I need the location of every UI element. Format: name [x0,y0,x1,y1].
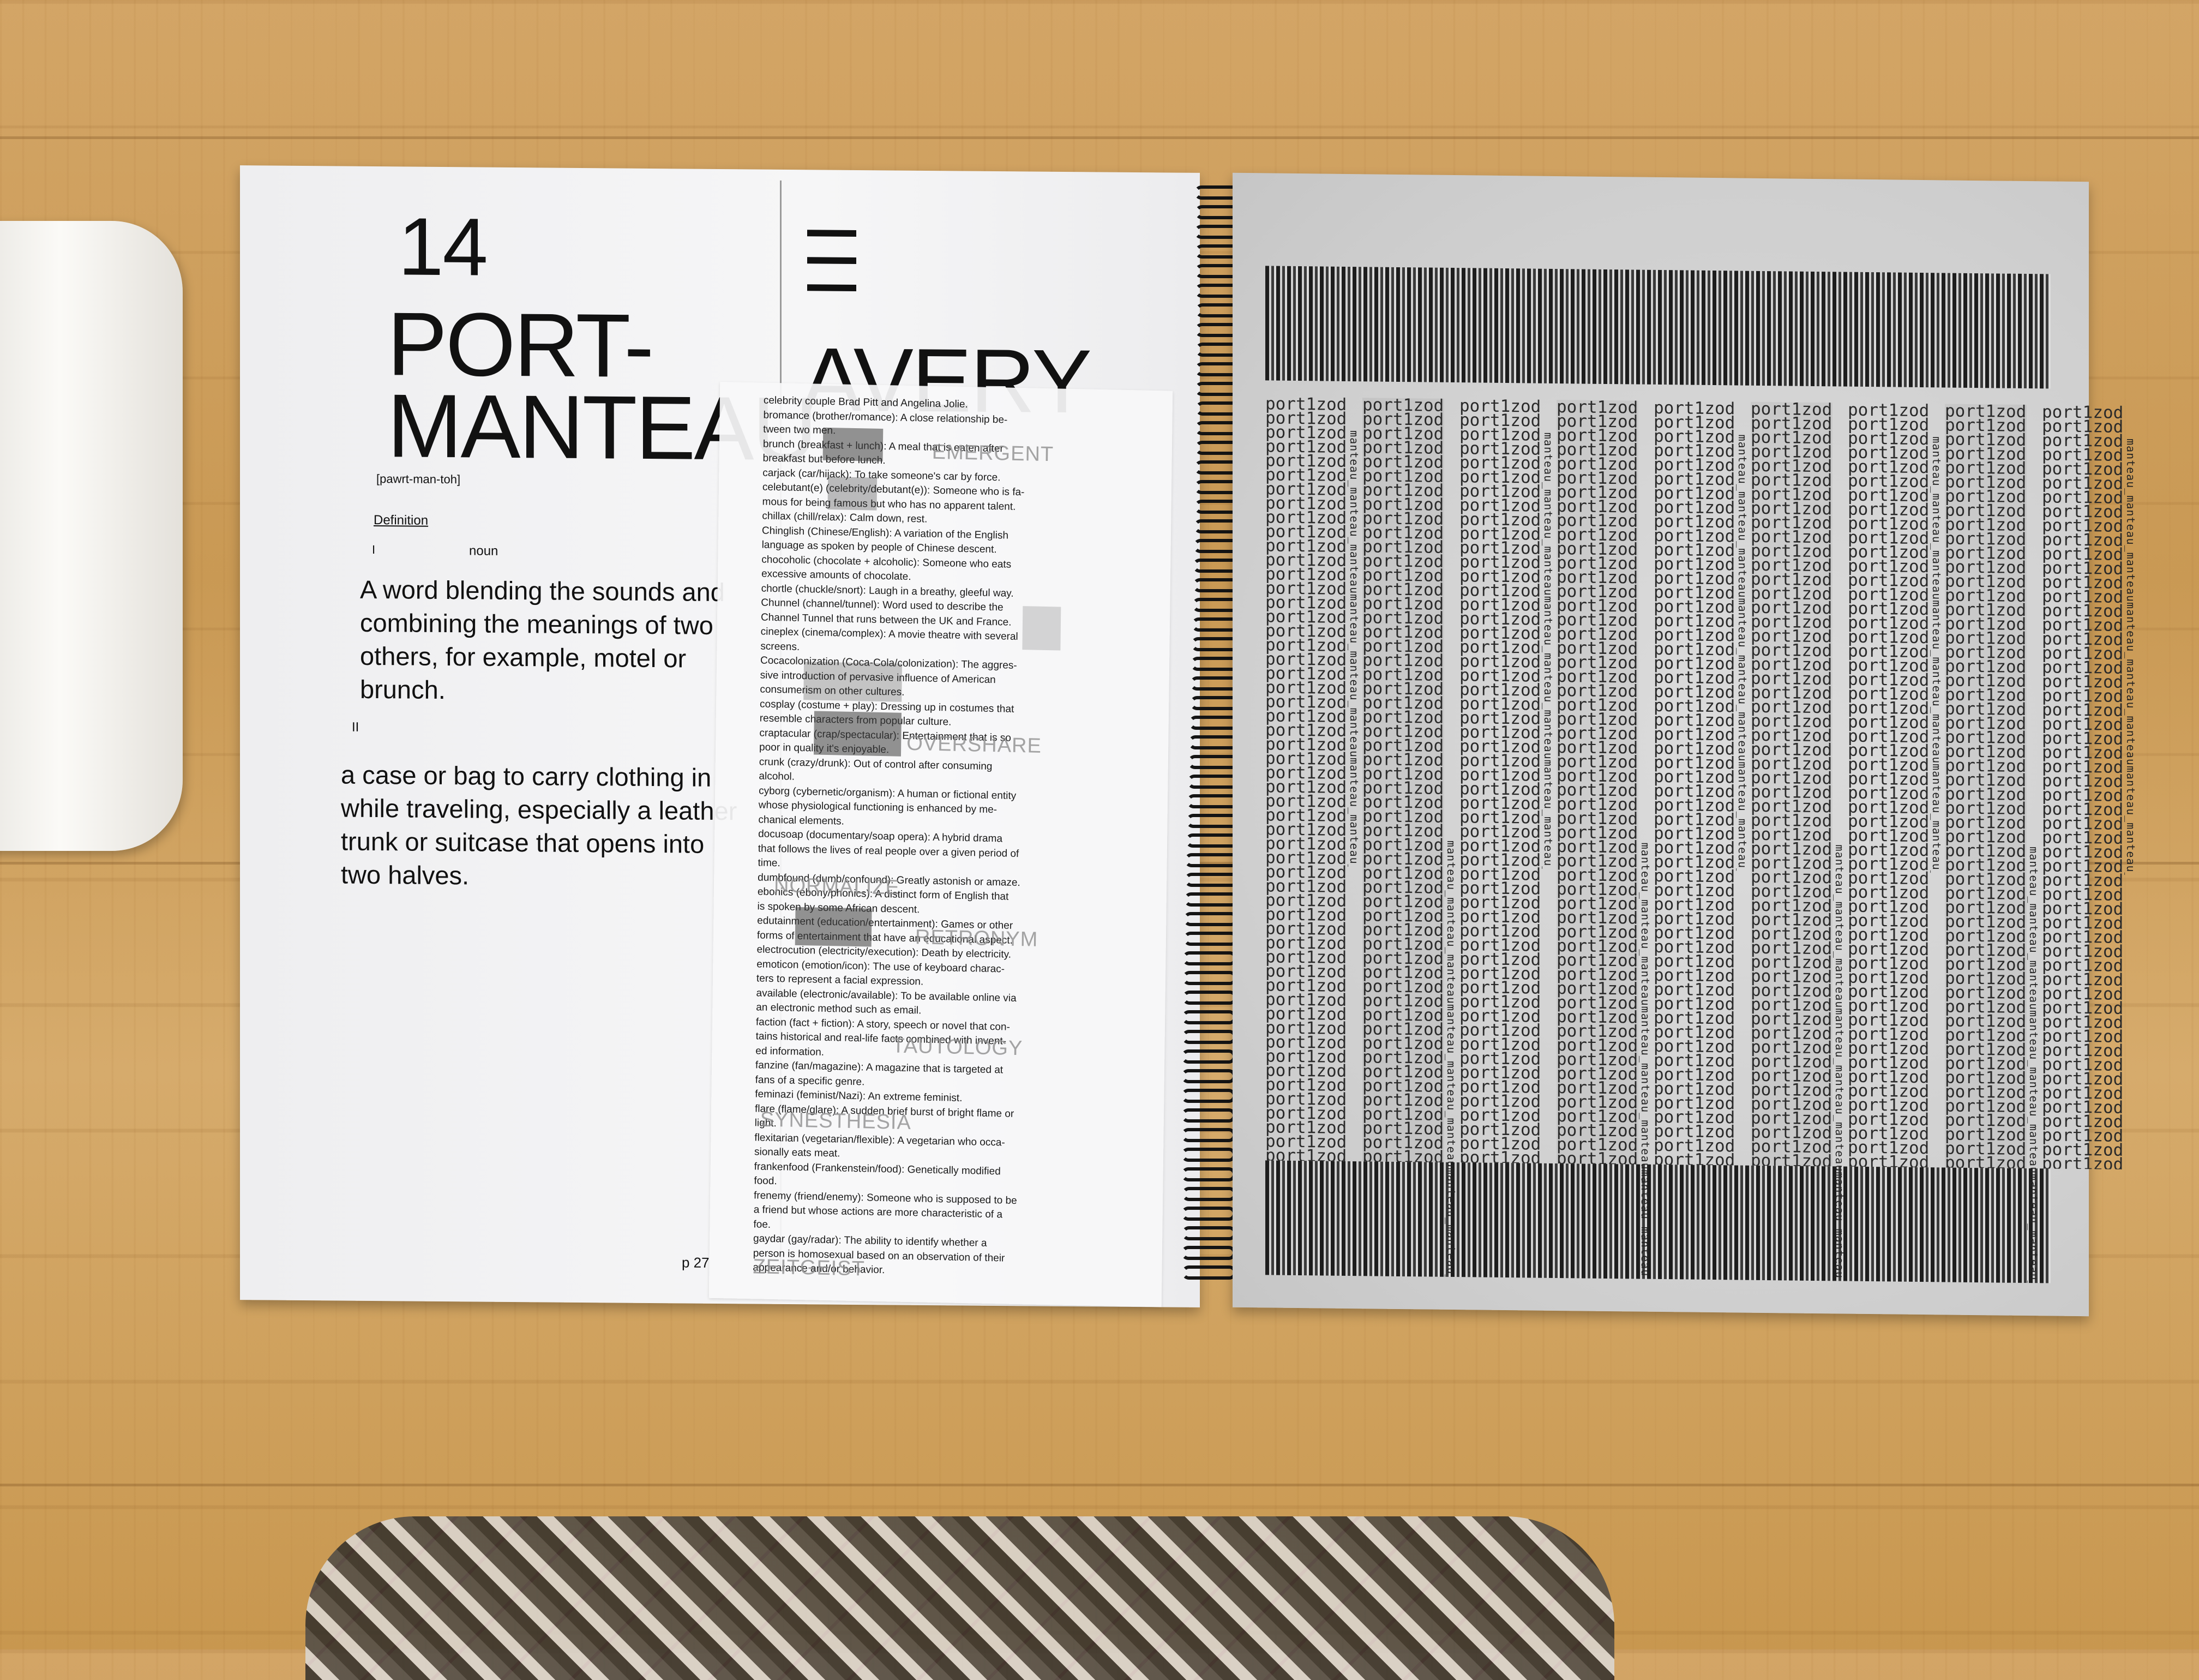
spiral-coil [1185,873,1239,887]
typographic-pattern: port1zod port1zod port1zod port1zod port… [1265,266,2137,1283]
spiral-coil [1181,1148,1236,1162]
repeated-word-column: port1zod port1zod port1zod port1zod port… [1459,399,1541,1163]
repeated-word-column: port1zod port1zod port1zod port1zod port… [1265,397,1347,1161]
dense-type-band [1265,1160,2051,1283]
desk-plank-seam [0,136,2199,139]
spiral-coil [1183,932,1238,946]
spiral-coil [1183,892,1239,907]
sense-number-2: II [352,719,359,735]
spiral-coil [1181,1069,1236,1083]
gray-block [813,711,902,757]
page-number: p 27 [682,1254,710,1271]
vertical-word-column: manteau_manteau_manteaumanteau_manteau_m… [1348,430,1361,867]
repeated-word-column: port1zod port1zod port1zod port1zod port… [1362,398,1444,1162]
repeated-word-column: port1zod port1zod port1zod port1zod port… [2042,405,2124,1169]
overlay-word: ZEITGEIST [753,1255,866,1281]
overlay-word: TAUTOLOGY [892,1034,1023,1060]
computer-mouse [0,221,183,851]
repeated-word-column: port1zod port1zod port1zod port1zod port… [1654,400,1735,1166]
sense-number-1: I [372,542,376,557]
overlay-word: SYNESTHESIA [760,1108,912,1135]
part-of-speech: noun [469,543,498,559]
definition-heading: Definition [374,513,429,528]
overlay-word: OVERSHARE [906,731,1042,758]
spiral-coil [1182,1265,1236,1280]
vertical-word-column: manteau_manteau_manteaumanteau_manteau_m… [1930,436,1943,873]
overlay-word: EMERGENT [932,440,1054,466]
spiral-coil [1181,1049,1236,1064]
repeated-word-column: port1zod port1zod port1zod port1zod port… [1945,404,2027,1169]
overlay-word: NORMALIZE [773,874,900,899]
spiral-coil [1182,971,1237,985]
spiral-coil [1181,1167,1236,1181]
vertical-word-column: manteau_manteau_manteaumanteau_manteau_m… [2124,438,2137,875]
gray-block [803,662,903,702]
open-spiral-book: 14 PORT- MANTEAU [pawrt-man-toh] Definit… [240,165,2137,1342]
spiral-coil [1181,1207,1236,1221]
portmanteau-word-list: celebrity couple Brad Pitt and Angelina … [753,394,1091,1282]
spiral-coil [1181,1246,1236,1260]
definition-1: A word blending the sounds and combining… [360,574,725,705]
spiral-coil [1181,1089,1236,1103]
spiral-coil [1185,853,1240,867]
vertical-word-column: manteau_manteau_manteaumanteau_manteau_m… [2027,847,2040,1283]
gray-block [822,427,884,461]
pronunciation: [pawrt-man-toh] [376,472,461,487]
menu-icon [807,230,856,312]
spiral-coil [1181,1108,1236,1123]
spiral-coil [1181,1128,1236,1142]
dense-type-band [1265,266,2051,389]
right-page: port1zod port1zod port1zod port1zod port… [1233,172,2137,1317]
desk-plank-seam [0,1484,2199,1486]
spiral-coil [1181,1226,1236,1240]
chapter-number: 14 [398,200,487,293]
repeated-word-column: port1zod port1zod port1zod port1zod port… [1557,399,1638,1165]
gray-block [1022,606,1061,651]
vertical-word-column: manteau_manteau_manteaumanteau_manteau_m… [1736,434,1749,871]
definition-2: a case or bag to carry clothing in while… [341,760,737,890]
gray-block [827,476,878,511]
spiral-coil [1182,1010,1237,1024]
overlay-word: RETRONYM [915,926,1038,951]
spiral-coil [1183,912,1239,926]
vertical-word-column: manteau_manteau_manteaumanteau_manteau_m… [1833,844,1846,1281]
translucent-insert-sheet: celebrity couple Brad Pitt and Angelina … [708,381,1173,1307]
spiral-coil [1182,951,1237,965]
plaid-fabric [305,1516,1614,1680]
repeated-word-column: port1zod port1zod port1zod port1zod port… [1751,401,1832,1167]
vertical-word-column: manteau_manteau_manteaumanteau_manteau_m… [1542,432,1555,869]
spiral-coil [1181,1030,1236,1044]
spiral-coil [1181,1187,1236,1201]
spiral-coil [1182,991,1237,1005]
repeated-word-column: port1zod port1zod port1zod port1zod port… [1848,403,1930,1168]
gray-block [795,907,872,947]
spiral-coil [1185,833,1240,848]
vertical-word-column: manteau_manteau_manteaumanteau_manteau_m… [1639,842,1652,1279]
vertical-word-column: manteau_manteau_manteaumanteau_manteau_m… [1445,840,1458,1277]
left-page: 14 PORT- MANTEAU [pawrt-man-toh] Definit… [240,165,1200,1307]
